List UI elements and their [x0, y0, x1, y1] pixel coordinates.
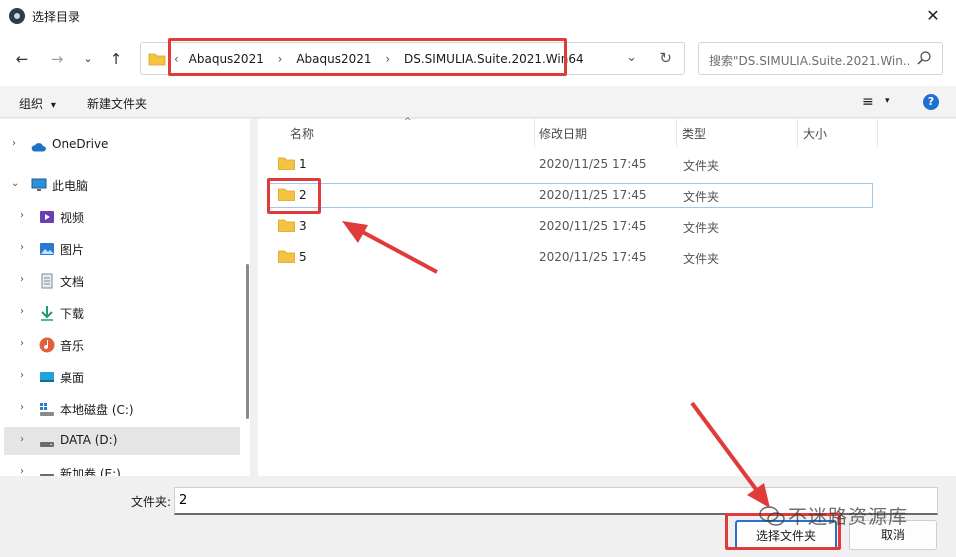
arrow-to-folder-2	[342, 221, 438, 274]
arrow-to-select-button	[690, 401, 770, 508]
annotation-arrows	[342, 221, 770, 508]
